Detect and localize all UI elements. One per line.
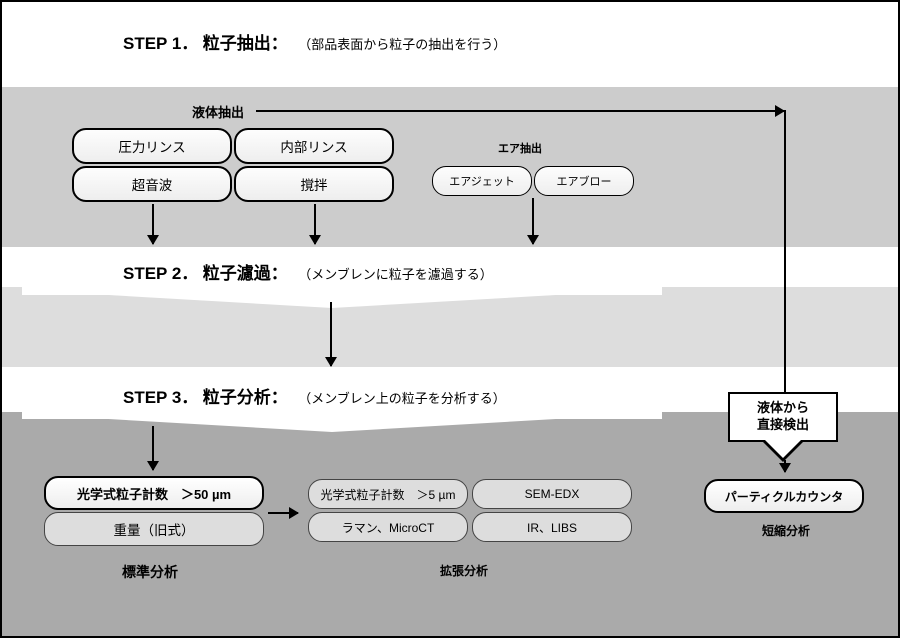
- callout-direct-detect: 液体から 直接検出: [728, 392, 838, 442]
- notch-2: [22, 290, 642, 308]
- step3-title: 粒子分析：: [203, 388, 288, 407]
- diagram-frame: STEP 1． 粒子抽出： （部品表面から粒子の抽出を行う） STEP 2． 粒…: [0, 0, 900, 638]
- arrow-step2-to-step3: [330, 302, 332, 366]
- step2-num: STEP 2．: [123, 264, 198, 283]
- arrow-bypass-to-counter: [784, 460, 786, 472]
- step3-num: STEP 3．: [123, 388, 198, 407]
- step1-band: STEP 1． 粒子抽出： （部品表面から粒子の抽出を行う）: [22, 18, 882, 65]
- pill-weight-old: 重量（旧式）: [44, 512, 264, 546]
- pill-internal-rinse: 内部リンス: [234, 128, 394, 164]
- pill-air-blow: エアブロー: [534, 166, 634, 196]
- pill-optical-5: 光学式粒子計数 ＞5 µm: [308, 479, 468, 509]
- pill-raman-microct: ラマン、MicroCT: [308, 512, 468, 542]
- pill-agitation: 撹拌: [234, 166, 394, 202]
- step3-band: STEP 3． 粒子分析： （メンブレン上の粒子を分析する）: [22, 372, 662, 419]
- arrow-air-to-step2: [532, 198, 534, 244]
- callout-line1: 液体から: [730, 400, 836, 417]
- label-air-extraction: エア抽出: [498, 140, 542, 156]
- pill-air-jet: エアジェット: [432, 166, 532, 196]
- step2-title: 粒子濾過：: [203, 264, 288, 283]
- line-bypass-vertical: [784, 110, 786, 394]
- pill-ultrasonic: 超音波: [72, 166, 232, 202]
- label-standard-analysis: 標準分析: [122, 562, 178, 582]
- step2-detail: （メンブレンに粒子を濾過する）: [298, 267, 493, 282]
- arrow-liquid-to-right: [256, 110, 784, 112]
- pill-optical-50: 光学式粒子計数 ＞50 µm: [44, 476, 264, 510]
- arrow-liquid-right-to-step2: [314, 204, 316, 244]
- pill-pressure-rinse: 圧力リンス: [72, 128, 232, 164]
- label-liquid-extraction: 液体抽出: [192, 102, 244, 121]
- notch-1: [22, 60, 882, 78]
- step3-detail: （メンブレン上の粒子を分析する）: [298, 391, 506, 406]
- label-short-analysis: 短縮分析: [762, 522, 810, 539]
- pill-particle-counter: パーティクルカウンタ: [704, 479, 864, 513]
- step1-num: STEP 1．: [123, 34, 198, 53]
- arrow-step3-to-standard: [152, 426, 154, 470]
- notch-3: [22, 414, 642, 432]
- step1-detail: （部品表面から粒子の抽出を行う）: [298, 37, 506, 52]
- arrow-standard-to-ext: [268, 512, 298, 514]
- step2-band: STEP 2． 粒子濾過： （メンブレンに粒子を濾過する）: [22, 248, 662, 295]
- arrow-liquid-left-to-step2: [152, 204, 154, 244]
- label-extended-analysis: 拡張分析: [440, 562, 488, 579]
- pill-ir-libs: IR、LIBS: [472, 512, 632, 542]
- callout-line2: 直接検出: [730, 417, 836, 434]
- pill-sem-edx: SEM-EDX: [472, 479, 632, 509]
- step1-title: 粒子抽出：: [203, 34, 288, 53]
